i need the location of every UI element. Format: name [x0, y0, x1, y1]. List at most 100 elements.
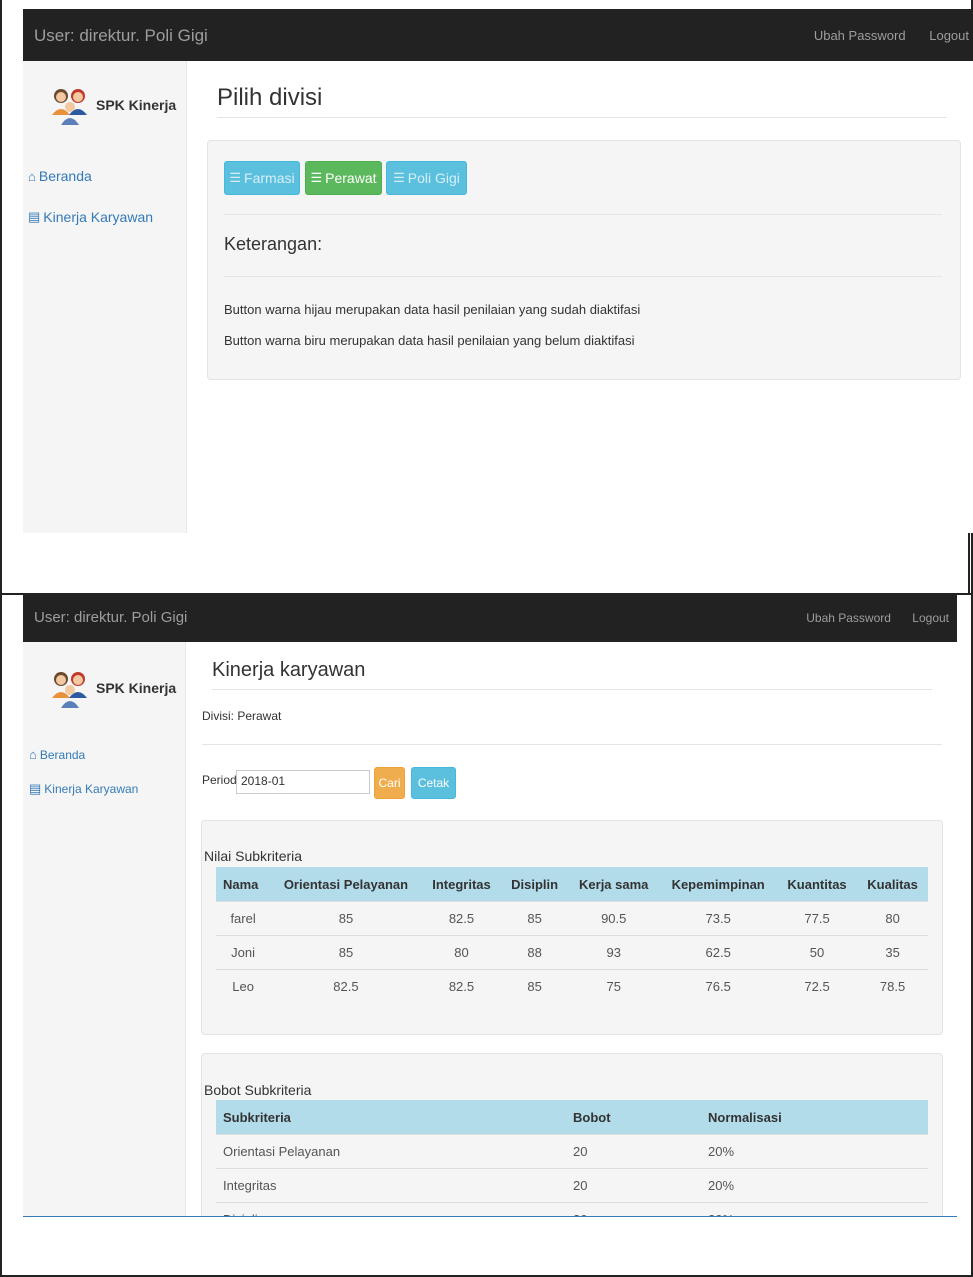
navbar-links: Ubah Password Logout — [814, 28, 973, 43]
column-header: Kepemimpinan — [659, 867, 777, 902]
table-cell: 72.5 — [776, 969, 858, 1003]
division-button-label: Perawat — [325, 170, 377, 186]
column-header: Subkriteria — [216, 1100, 566, 1135]
table-cell: 20% — [701, 1168, 928, 1203]
sidebar-item-kinerja-karyawan[interactable]: ▤ Kinerja Karyawan — [29, 781, 138, 797]
cari-button[interactable]: Cari — [374, 767, 405, 799]
table-cell: 77.5 — [776, 901, 858, 936]
bobot-subkriteria-title: Bobot Subkriteria — [204, 1082, 312, 1098]
divider — [202, 744, 942, 745]
table-row: Joni 85 80 88 93 62.5 50 35 — [216, 935, 928, 970]
app-logo[interactable]: SPK Kinerja — [50, 668, 176, 708]
table-cell: Leo — [216, 969, 271, 1003]
nilai-subkriteria-title: Nilai Subkriteria — [204, 848, 303, 864]
table-cell: 82.5 — [421, 901, 502, 936]
column-header: Kerja sama — [568, 867, 660, 902]
keterangan-line-1: Button warna hijau merupakan data hasil … — [224, 302, 641, 317]
page-title: Kinerja karyawan — [212, 659, 366, 681]
title-divider — [212, 689, 932, 690]
periode-input[interactable]: 2018-01 — [236, 770, 370, 794]
table-cell: Disiplin — [216, 1202, 566, 1216]
ubah-password-link[interactable]: Ubah Password — [814, 28, 906, 43]
page-title: Pilih divisi — [217, 84, 323, 111]
table-icon: ▤ — [29, 781, 42, 796]
table-cell: 80 — [421, 935, 502, 970]
keterangan-line-2: Button warna biru merupakan data hasil p… — [224, 333, 635, 348]
table-cell: Orientasi Pelayanan — [216, 1134, 566, 1169]
table-cell: 62.5 — [659, 935, 777, 970]
column-header: Bobot — [566, 1100, 701, 1135]
screenshot-kinerja-karyawan: User: direktur. Poli Gigi Ubah Password … — [23, 595, 957, 1217]
sidebar: SPK Kinerja ⌂ Beranda ▤ Kinerja Karyawan — [23, 61, 187, 533]
division-button-perawat[interactable]: ☰ Perawat — [305, 161, 382, 195]
app-name: SPK Kinerja — [96, 97, 177, 113]
cetak-button[interactable]: Cetak — [411, 767, 456, 799]
logout-link[interactable]: Logout — [912, 611, 949, 625]
sidebar-item-label: Beranda — [38, 168, 92, 184]
table-cell: farel — [216, 901, 271, 936]
table-cell: 80 — [857, 901, 928, 936]
team-logo-icon — [52, 89, 87, 125]
table-cell: 20 — [566, 1202, 701, 1216]
nilai-subkriteria-table: Nama Orientasi Pelayanan Integritas Disi… — [216, 867, 928, 1003]
table-cell: Integritas — [216, 1168, 566, 1203]
screenshot-pilih-divisi: User: direktur. Poli Gigi Ubah Password … — [23, 9, 973, 533]
table-cell: 73.5 — [659, 901, 777, 936]
table-cell: 90.5 — [568, 901, 660, 936]
sidebar-item-label: Kinerja Karyawan — [43, 209, 154, 225]
panel-divider — [224, 276, 942, 277]
table-row: Disiplin 20 20% — [216, 1202, 928, 1216]
table-cell: 76.5 — [659, 969, 777, 1003]
table-row: Integritas 20 20% — [216, 1168, 928, 1203]
table-cell: 85 — [270, 901, 422, 936]
navbar: User: direktur. Poli Gigi Ubah Password … — [23, 9, 973, 61]
list-icon: ☰ — [229, 170, 242, 185]
table-cell: 85 — [501, 901, 569, 936]
division-button-poli-gigi[interactable]: ☰ Poli Gigi — [386, 161, 467, 195]
app-logo[interactable]: SPK Kinerja — [50, 85, 176, 125]
navbar: User: direktur. Poli Gigi Ubah Password … — [23, 595, 957, 642]
column-header: Normalisasi — [701, 1100, 928, 1135]
bobot-subkriteria-table: Subkriteria Bobot Normalisasi Orientasi … — [216, 1100, 928, 1216]
table-cell: 78.5 — [857, 969, 928, 1003]
column-header: Kuantitas — [776, 867, 858, 902]
table-icon: ▤ — [28, 209, 41, 224]
sidebar-item-beranda[interactable]: ⌂ Beranda — [28, 168, 92, 184]
home-icon: ⌂ — [28, 168, 36, 184]
table-cell: 82.5 — [421, 969, 502, 1003]
table-row: Leo 82.5 82.5 85 75 76.5 72.5 78.5 — [216, 969, 928, 1003]
column-header: Kualitas — [857, 867, 928, 902]
nilai-subkriteria-panel: Nilai Subkriteria Nama Orientasi Pelayan… — [201, 820, 943, 1035]
panel-divider — [224, 214, 942, 215]
table-cell: 20% — [701, 1202, 928, 1216]
column-header: Orientasi Pelayanan — [270, 867, 422, 902]
navbar-links: Ubah Password Logout — [806, 611, 957, 625]
sidebar: SPK Kinerja ⌂ Beranda ▤ Kinerja Karyawan — [23, 642, 186, 1216]
list-icon: ☰ — [310, 170, 323, 185]
table-cell: 20% — [701, 1134, 928, 1169]
ubah-password-link[interactable]: Ubah Password — [806, 611, 891, 625]
table-cell: 88 — [501, 935, 569, 970]
user-label: User: direktur. Poli Gigi — [34, 609, 188, 626]
table-cell: 85 — [501, 969, 569, 1003]
sidebar-item-label: Kinerja Karyawan — [44, 782, 139, 796]
home-icon: ⌂ — [29, 747, 37, 762]
frame-divider — [968, 533, 970, 593]
column-header: Integritas — [421, 867, 502, 902]
table-cell: 20 — [566, 1134, 701, 1169]
division-button-farmasi[interactable]: ☰ Farmasi — [224, 161, 300, 195]
sidebar-item-kinerja-karyawan[interactable]: ▤ Kinerja Karyawan — [28, 209, 153, 225]
table-header-row: Nama Orientasi Pelayanan Integritas Disi… — [216, 867, 928, 902]
list-icon: ☰ — [393, 170, 405, 185]
sidebar-item-beranda[interactable]: ⌂ Beranda — [29, 747, 85, 762]
division-button-label: Farmasi — [244, 170, 295, 186]
table-cell: Joni — [216, 935, 271, 970]
keterangan-title: Keterangan: — [224, 234, 323, 254]
column-header: Nama — [216, 867, 271, 902]
table-cell: 50 — [776, 935, 858, 970]
division-panel: ☰ Farmasi ☰ Perawat ☰ Poli Gigi Keterang… — [207, 140, 961, 380]
table-cell: 85 — [270, 935, 422, 970]
logout-link[interactable]: Logout — [929, 28, 969, 43]
table-cell: 35 — [857, 935, 928, 970]
title-divider — [217, 117, 947, 118]
